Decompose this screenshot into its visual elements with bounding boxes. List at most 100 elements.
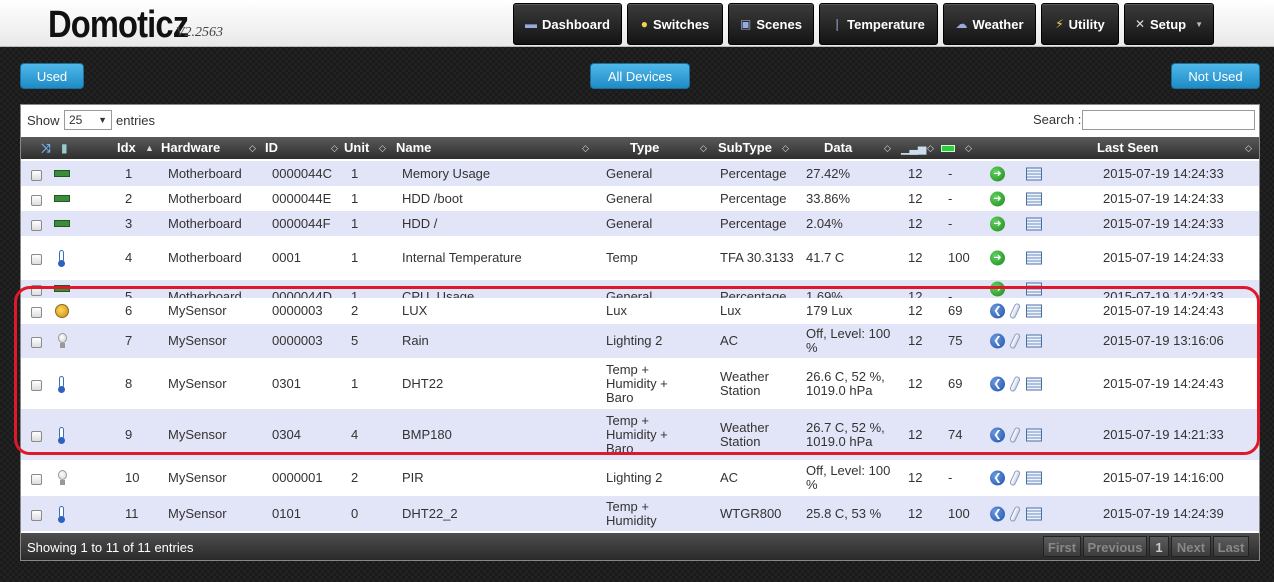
table-row[interactable]: 11 MySensor 0101 0 DHT22_2 Temp + Humidity WTG…	[21, 496, 1259, 531]
col-unit[interactable]: Unit ◇	[344, 137, 394, 159]
back-icon[interactable]: ❮	[990, 376, 1005, 391]
pencil-icon[interactable]	[1008, 302, 1022, 320]
trash-icon[interactable]: ▮	[61, 137, 68, 159]
table-row[interactable]: 9 MySensor 0304 4 BMP180 Temp + Humidity + Ba…	[21, 409, 1259, 460]
cell-data: 1.69%	[806, 289, 843, 299]
cell-id: 0000003	[272, 333, 323, 348]
row-checkbox[interactable]	[31, 219, 42, 231]
pager-last[interactable]: Last	[1213, 536, 1249, 557]
bulb-icon	[54, 470, 70, 486]
nav-setup[interactable]: ✕ Setup ▼	[1124, 3, 1214, 45]
log-icon[interactable]	[1026, 471, 1042, 485]
cell-unit: 1	[351, 250, 359, 265]
back-icon[interactable]: ❮	[990, 333, 1005, 349]
table-row[interactable]: 8 MySensor 0301 1 DHT22 Temp + Humidity + Bar…	[21, 358, 1259, 409]
back-icon[interactable]: ❮	[990, 470, 1005, 486]
thermometer-icon: ❘	[832, 17, 843, 31]
shuffle-icon[interactable]: ⤨	[41, 137, 51, 159]
col-battery[interactable]: ◇	[941, 137, 981, 159]
log-icon[interactable]	[1026, 217, 1042, 230]
scenes-icon: ▣	[740, 17, 752, 31]
table-row[interactable]: 10 MySensor 0000001 2 PIR Lighting 2 AC Off, Le…	[21, 460, 1259, 496]
col-subtype[interactable]: SubType ◇	[718, 137, 798, 159]
log-icon[interactable]	[1026, 304, 1042, 318]
go-icon[interactable]: ➜	[990, 166, 1005, 181]
col-idx[interactable]: Idx ▲	[117, 137, 154, 159]
all-devices-button[interactable]: All Devices	[590, 63, 690, 89]
nav-weather[interactable]: ☁ Weather	[943, 3, 1036, 45]
pencil-icon[interactable]	[1008, 504, 1022, 523]
col-last-seen[interactable]: Last Seen ◇	[1097, 137, 1257, 159]
pencil-icon[interactable]	[1008, 425, 1022, 444]
col-data[interactable]: Data ◇	[824, 137, 904, 159]
log-icon[interactable]	[1026, 334, 1042, 348]
pencil-icon[interactable]	[1008, 469, 1022, 487]
thermometer-icon	[54, 250, 70, 267]
nav-switches[interactable]: ● Switches	[627, 3, 723, 45]
row-checkbox[interactable]	[31, 194, 42, 206]
cell-subtype: Lux	[720, 303, 741, 318]
table-row[interactable]: 6 MySensor 0000003 2 LUX Lux Lux 179 Lux 12 69 201…	[21, 298, 1259, 324]
cell-idx: 10	[125, 470, 140, 485]
not-used-button[interactable]: Not Used	[1171, 63, 1260, 89]
nav-switches-label: Switches	[652, 16, 710, 32]
row-checkbox[interactable]	[31, 337, 42, 348]
table-row[interactable]: 5 Motherboard 0000044D 1 CPU_Usage General Per…	[21, 280, 1259, 298]
nav-utility[interactable]: ⚡ Utility	[1041, 3, 1119, 45]
row-checkbox[interactable]	[31, 509, 42, 521]
back-icon[interactable]: ❮	[990, 303, 1005, 319]
nav-scenes[interactable]: ▣ Scenes	[728, 3, 814, 45]
cell-hardware: MySensor	[168, 505, 227, 521]
dashboard-icon: ▬	[525, 17, 538, 31]
log-icon[interactable]	[1026, 428, 1042, 441]
sort-icon: ◇	[379, 143, 386, 153]
go-icon[interactable]: ➜	[990, 216, 1005, 231]
col-id[interactable]: ID ◇	[265, 137, 345, 159]
chevron-down-icon: ▼	[98, 115, 107, 125]
search-input[interactable]	[1082, 110, 1255, 130]
go-icon[interactable]: ➜	[990, 191, 1005, 206]
log-icon[interactable]	[1026, 251, 1042, 265]
cell-subtype: Percentage	[720, 215, 787, 231]
pager-next[interactable]: Next	[1171, 536, 1211, 557]
used-button[interactable]: Used	[20, 63, 84, 89]
back-icon[interactable]: ❮	[990, 427, 1005, 442]
nav-temperature[interactable]: ❘ Temperature	[819, 3, 938, 45]
pager-previous[interactable]: Previous	[1083, 536, 1147, 557]
col-signal[interactable]: ▁▃▅ ◇	[901, 137, 941, 159]
log-icon[interactable]	[1026, 192, 1042, 205]
log-icon[interactable]	[1026, 507, 1042, 520]
go-icon[interactable]: ➜	[990, 281, 1005, 297]
row-checkbox[interactable]	[31, 285, 42, 296]
lux-icon	[54, 303, 70, 319]
row-checkbox[interactable]	[31, 307, 42, 318]
pencil-icon[interactable]	[1008, 374, 1022, 393]
nav-dashboard[interactable]: ▬ Dashboard	[513, 3, 622, 45]
table-row[interactable]: 1 Motherboard 0000044C 1 Memory Usage General…	[21, 161, 1259, 186]
pager-first[interactable]: First	[1043, 536, 1081, 557]
back-icon[interactable]: ❮	[990, 506, 1005, 521]
col-type[interactable]: Type ◇	[630, 137, 710, 159]
cell-battery: -	[948, 165, 953, 181]
table-row[interactable]: 4 Motherboard 0001 1 Internal Temperature Tem…	[21, 236, 1259, 280]
row-checkbox[interactable]	[31, 169, 42, 181]
thermometer-icon	[54, 426, 70, 444]
row-checkbox[interactable]	[31, 254, 42, 265]
col-hardware[interactable]: Hardware ◇	[161, 137, 261, 159]
row-checkbox[interactable]	[31, 379, 42, 391]
row-checkbox[interactable]	[31, 430, 42, 442]
pager-page-1[interactable]: 1	[1149, 536, 1169, 557]
go-icon[interactable]: ➜	[990, 250, 1005, 266]
cell-subtype: AC	[720, 333, 739, 348]
log-icon[interactable]	[1026, 377, 1042, 390]
page-size-select[interactable]: 25 ▼	[64, 110, 112, 130]
log-icon[interactable]	[1026, 167, 1042, 180]
table-row[interactable]: 3 Motherboard 0000044F 1 HDD / General Percent…	[21, 211, 1259, 236]
table-row[interactable]: 7 MySensor 0000003 5 Rain Lighting 2 AC Off, Le…	[21, 324, 1259, 358]
pencil-icon[interactable]	[1008, 332, 1022, 350]
row-checkbox[interactable]	[31, 474, 42, 485]
col-name[interactable]: Name ◇	[396, 137, 596, 159]
table-row[interactable]: 2 Motherboard 0000044E 1 HDD /boot General Per…	[21, 186, 1259, 211]
cell-battery: 69	[948, 375, 963, 391]
log-icon[interactable]	[1026, 282, 1042, 296]
